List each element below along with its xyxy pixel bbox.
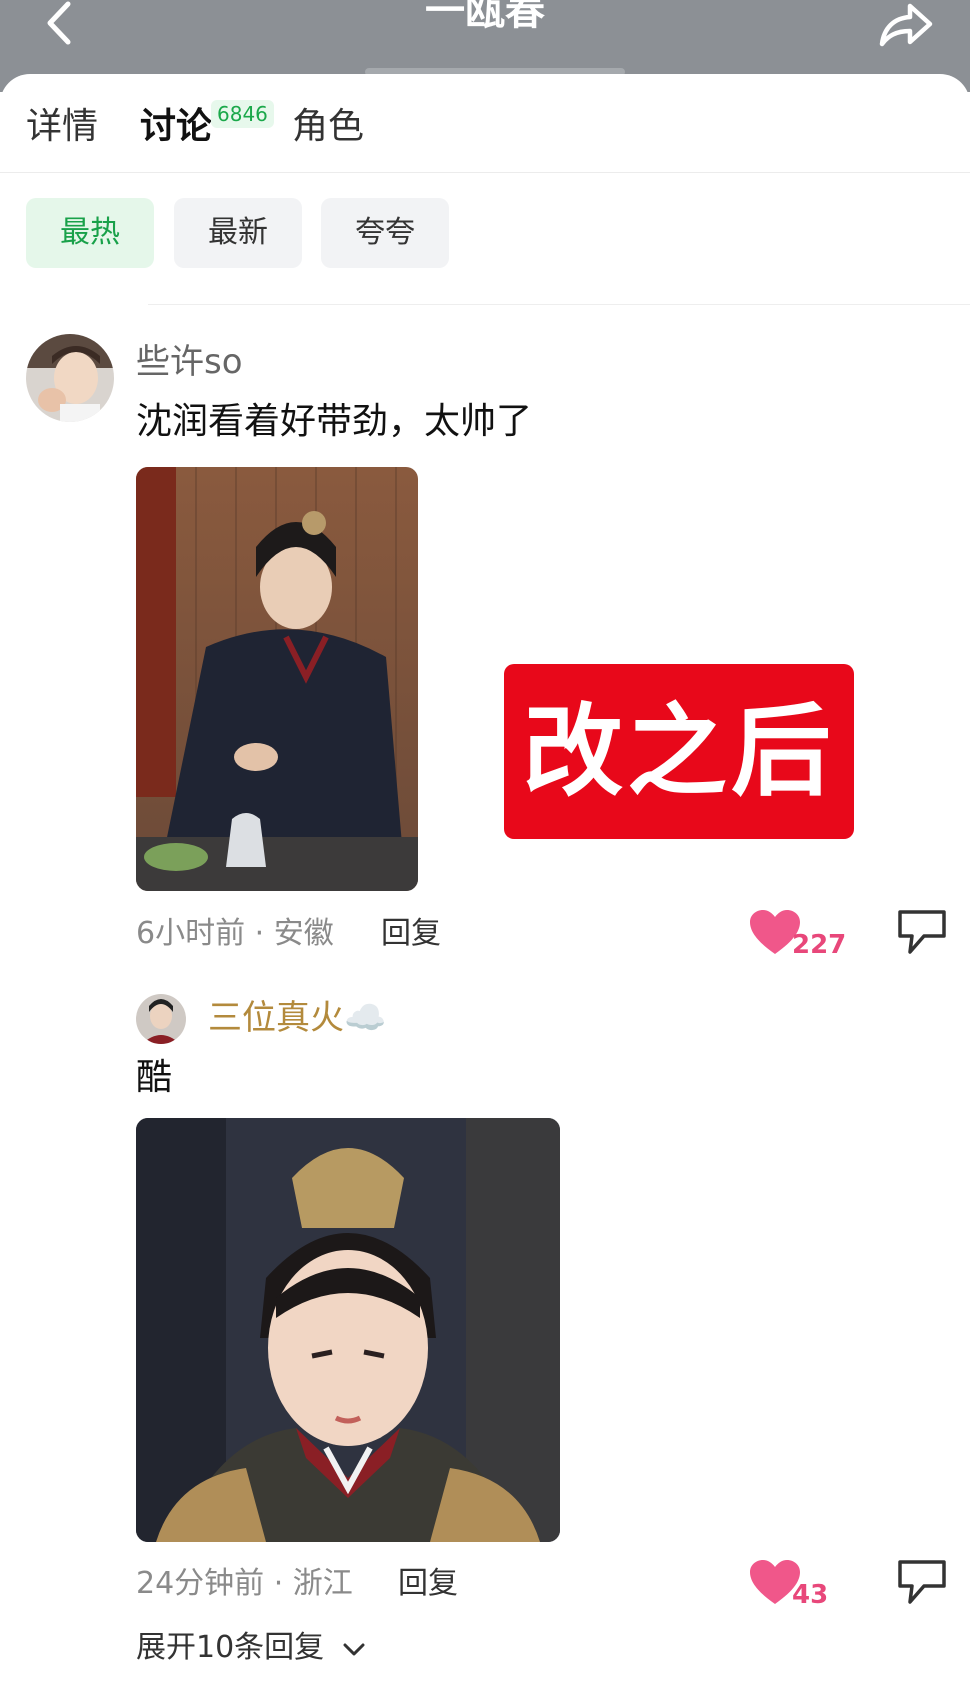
page-title: 一瓯春 (425, 0, 545, 34)
share-icon[interactable] (876, 0, 936, 50)
tab-discussion[interactable]: 讨论 (140, 102, 212, 152)
overlay-label: 改之后 (504, 664, 854, 839)
filter-hottest[interactable]: 最热 (26, 198, 154, 268)
avatar[interactable] (136, 994, 186, 1044)
reply-button[interactable]: 回复 (398, 1564, 458, 1604)
like-count: 227 (792, 930, 847, 960)
like-button[interactable]: 43 (750, 1560, 850, 1620)
like-button[interactable]: 227 (750, 910, 850, 970)
expand-replies-button[interactable]: 展开10条回复 (136, 1628, 366, 1669)
username[interactable]: 些许so (136, 340, 243, 384)
chevron-down-icon (342, 1629, 366, 1669)
comment-photo[interactable] (136, 467, 418, 891)
section-divider (148, 304, 970, 305)
tab-details[interactable]: 详情 (26, 102, 98, 152)
comment-text: 酷 (136, 1057, 173, 1098)
comment-meta: 6小时前 · 安徽 (136, 916, 334, 951)
filter-newest[interactable]: 最新 (174, 198, 302, 268)
comment-meta: 24分钟前 · 浙江 (136, 1566, 353, 1601)
comment-photo[interactable] (136, 1118, 560, 1542)
discussion-count-badge: 6846 (211, 100, 274, 128)
tab-characters[interactable]: 角色 (292, 102, 364, 152)
dislike-icon[interactable] (896, 1558, 948, 1608)
reply-button[interactable]: 回复 (381, 914, 441, 954)
filter-praise[interactable]: 夸夸 (321, 198, 449, 268)
username[interactable]: 三位真火☁️ (208, 996, 386, 1040)
expand-replies-label: 展开10条回复 (136, 1630, 325, 1665)
dislike-icon[interactable] (896, 908, 948, 958)
tab-bar: 详情 讨论 6846 角色 (0, 74, 970, 173)
avatar[interactable] (26, 334, 114, 422)
comment-text: 沈润看着好带劲，太帅了 (136, 401, 533, 442)
like-count: 43 (792, 1580, 829, 1610)
